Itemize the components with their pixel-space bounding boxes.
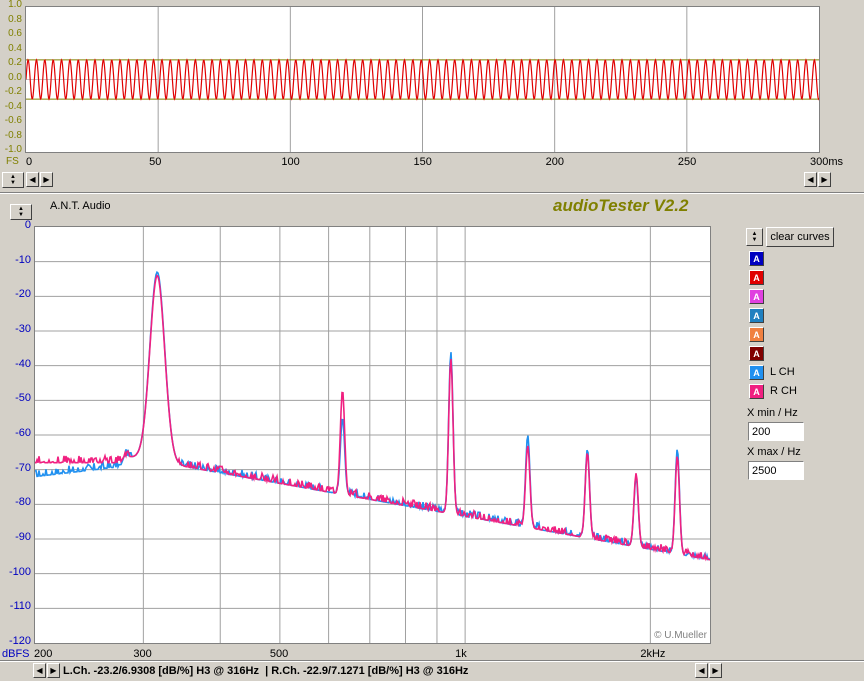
- time-x-tick: 200: [545, 156, 565, 168]
- clear-curves-button[interactable]: clear curves: [766, 227, 834, 247]
- spectrum-y-tick: 0: [24, 219, 31, 231]
- spectrum-zoom-spinner[interactable]: ▲ ▼: [10, 204, 32, 220]
- xmin-input[interactable]: [748, 422, 804, 441]
- time-range-left-button[interactable]: ◀: [804, 172, 817, 187]
- spectrum-y-tick: -30: [15, 323, 31, 335]
- curve-toggle-button[interactable]: A: [749, 251, 764, 266]
- curve-toggle-button[interactable]: A: [749, 270, 764, 285]
- spectrum-y-tick: -110: [9, 600, 31, 613]
- curve-toggle-button[interactable]: A: [749, 346, 764, 361]
- spectrum-y-tick: -100: [8, 565, 31, 578]
- xmax-label: X max / Hz: [747, 446, 801, 458]
- curve-toggle-button[interactable]: A: [749, 365, 764, 380]
- curve-toggle-button[interactable]: A: [749, 289, 764, 304]
- time-y-tick: -0.2: [4, 86, 22, 97]
- time-y-tick: 0.0: [8, 71, 22, 83]
- spectrum-x-tick: 500: [269, 648, 289, 660]
- curve-toggle-button[interactable]: A: [749, 308, 764, 323]
- xmax-input[interactable]: [748, 461, 804, 480]
- time-y-tick: 0.6: [8, 28, 22, 39]
- watermark: © U.Mueller: [654, 630, 707, 641]
- spectrum-y-tick: -20: [15, 288, 31, 301]
- time-y-unit: FS: [6, 156, 19, 167]
- time-domain-plot: [25, 6, 820, 153]
- curve-label: L CH: [770, 366, 795, 378]
- app-title: audioTester V2.2: [553, 196, 689, 215]
- status-divider: [0, 660, 864, 662]
- curve-label: R CH: [770, 385, 797, 397]
- time-scroll-right-button[interactable]: ▶: [40, 172, 53, 187]
- status-scroll-left-button[interactable]: ◀: [33, 663, 46, 678]
- spectrum-x-tick: 300: [133, 648, 152, 660]
- spectrum-line-rch: [35, 274, 711, 562]
- time-range-right-button[interactable]: ▶: [818, 172, 831, 187]
- spectrum-y-tick: -90: [15, 531, 31, 543]
- spectrum-y-tick: -40: [15, 357, 31, 370]
- time-domain-svg: [25, 7, 820, 152]
- spectrum-y-tick: -60: [15, 427, 31, 439]
- spectrum-y-tick: -70: [15, 461, 31, 474]
- spectrum-svg: [34, 227, 711, 643]
- xmin-label: X min / Hz: [747, 407, 798, 419]
- device-label: A.N.T. Audio: [50, 200, 111, 212]
- curve-toggle-button[interactable]: A: [749, 327, 764, 342]
- spectrum-x-tick: 200: [34, 648, 53, 660]
- time-zoom-spinner[interactable]: ▲ ▼: [2, 172, 24, 188]
- spectrum-y-tick: -80: [15, 496, 31, 509]
- time-y-tick: -0.8: [4, 129, 22, 141]
- time-y-tick: 0.8: [8, 13, 22, 25]
- spectrum-x-tick: 1k: [455, 648, 467, 660]
- time-y-tick: -1.0: [4, 144, 22, 155]
- status-readout: L.Ch. -23.2/6.9308 [dB/%] H3 @ 316Hz | R…: [63, 665, 469, 677]
- curve-toggle-button[interactable]: A: [749, 384, 764, 399]
- spectrum-y-tick: -120: [8, 635, 31, 647]
- time-y-tick: 0.2: [8, 57, 22, 68]
- time-y-tick: 1.0: [8, 0, 22, 10]
- curves-spinner[interactable]: ▲ ▼: [746, 228, 763, 246]
- time-x-tick: 50: [149, 156, 162, 168]
- spectrum-y-unit: dBFS: [2, 648, 30, 660]
- status-scroll-right-button[interactable]: ▶: [47, 663, 60, 678]
- time-y-tick: 0.4: [8, 42, 22, 54]
- time-scroll-left-button[interactable]: ◀: [26, 172, 39, 187]
- spectrum-plot: © U.Mueller: [34, 226, 711, 644]
- time-x-tick: 250: [677, 156, 697, 168]
- time-y-tick: -0.6: [4, 115, 22, 126]
- spectrum-y-tick: -50: [15, 392, 31, 405]
- time-x-tick: 100: [281, 156, 300, 168]
- freq-scroll-right-button[interactable]: ▶: [709, 663, 722, 678]
- section-divider: [0, 192, 864, 194]
- spectrum-y-tick: -10: [15, 253, 31, 266]
- spectrum-x-tick: 2kHz: [640, 648, 666, 660]
- spectrum-line-lch: [34, 270, 711, 561]
- time-x-tick: 150: [413, 156, 432, 168]
- time-x-tick: 0: [26, 156, 33, 168]
- time-y-tick: -0.4: [4, 100, 22, 112]
- time-x-tick: 300ms: [810, 156, 844, 168]
- freq-scroll-left-button[interactable]: ◀: [695, 663, 708, 678]
